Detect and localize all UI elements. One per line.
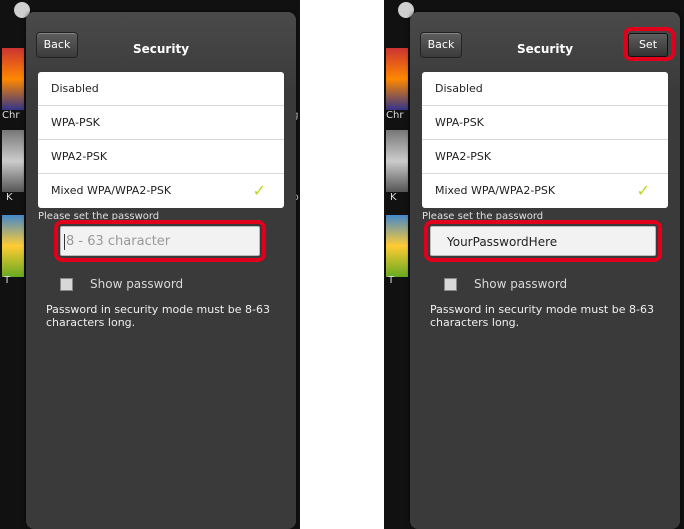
option-label: WPA2-PSK bbox=[51, 150, 108, 163]
show-password-checkbox[interactable] bbox=[444, 278, 457, 291]
show-password-row[interactable]: Show password bbox=[444, 277, 567, 291]
security-option-wpa-psk[interactable]: WPA-PSK bbox=[38, 106, 284, 140]
show-password-label: Show password bbox=[474, 277, 568, 291]
dialog-title: Security bbox=[132, 42, 190, 56]
security-mode-list: Disabled WPA-PSK WPA2-PSK Mixed WPA/WPA2… bbox=[422, 72, 668, 208]
option-label: WPA-PSK bbox=[435, 116, 484, 129]
password-hint: Password in security mode must be 8-63 c… bbox=[430, 303, 654, 329]
highlight-box bbox=[54, 220, 266, 262]
highlight-box bbox=[424, 220, 662, 262]
highlight-box bbox=[623, 27, 675, 61]
background-label: K bbox=[6, 192, 13, 203]
background-thumbnail bbox=[2, 48, 24, 110]
security-option-mixed[interactable]: Mixed WPA/WPA2-PSK ✓ bbox=[422, 174, 668, 208]
phone-screen-before: Chr K T og db Back Security Disabled WPA… bbox=[0, 0, 300, 529]
option-label: Mixed WPA/WPA2-PSK bbox=[435, 184, 556, 197]
option-label: WPA2-PSK bbox=[435, 150, 492, 163]
security-mode-list: Disabled WPA-PSK WPA2-PSK Mixed WPA/WPA2… bbox=[38, 72, 284, 208]
security-option-wpa-psk[interactable]: WPA-PSK bbox=[422, 106, 668, 140]
background-thumbnail bbox=[2, 215, 24, 277]
option-label: Disabled bbox=[51, 82, 99, 95]
option-label: Mixed WPA/WPA2-PSK bbox=[51, 184, 172, 197]
background-thumbnail bbox=[386, 130, 408, 192]
show-password-row[interactable]: Show password bbox=[60, 277, 183, 291]
security-dialog: Back Security Set Disabled WPA-PSK WPA2-… bbox=[410, 12, 680, 529]
phone-screen-after: Chr K T Back Security Set Disabled WPA-P… bbox=[384, 0, 684, 529]
background-label: T bbox=[388, 275, 395, 286]
security-option-disabled[interactable]: Disabled bbox=[422, 72, 668, 106]
checkmark-icon: ✓ bbox=[252, 181, 266, 200]
background-label: Chr bbox=[2, 110, 20, 121]
background-thumbnail bbox=[386, 48, 408, 110]
password-hint: Password in security mode must be 8-63 c… bbox=[46, 303, 270, 329]
security-option-wpa2-psk[interactable]: WPA2-PSK bbox=[422, 140, 668, 174]
background-thumbnail bbox=[2, 130, 24, 192]
checkmark-icon: ✓ bbox=[636, 181, 650, 200]
background-label: T bbox=[4, 275, 11, 286]
show-password-checkbox[interactable] bbox=[60, 278, 73, 291]
security-option-disabled[interactable]: Disabled bbox=[38, 72, 284, 106]
show-password-label: Show password bbox=[90, 277, 184, 291]
security-option-mixed[interactable]: Mixed WPA/WPA2-PSK ✓ bbox=[38, 174, 284, 208]
option-label: Disabled bbox=[435, 82, 483, 95]
background-thumbnail bbox=[386, 215, 408, 277]
background-label: Chr bbox=[386, 110, 404, 121]
background-label: K bbox=[390, 192, 397, 203]
security-option-wpa2-psk[interactable]: WPA2-PSK bbox=[38, 140, 284, 174]
option-label: WPA-PSK bbox=[51, 116, 100, 129]
security-dialog: Back Security Disabled WPA-PSK WPA2-PSK … bbox=[26, 12, 296, 529]
